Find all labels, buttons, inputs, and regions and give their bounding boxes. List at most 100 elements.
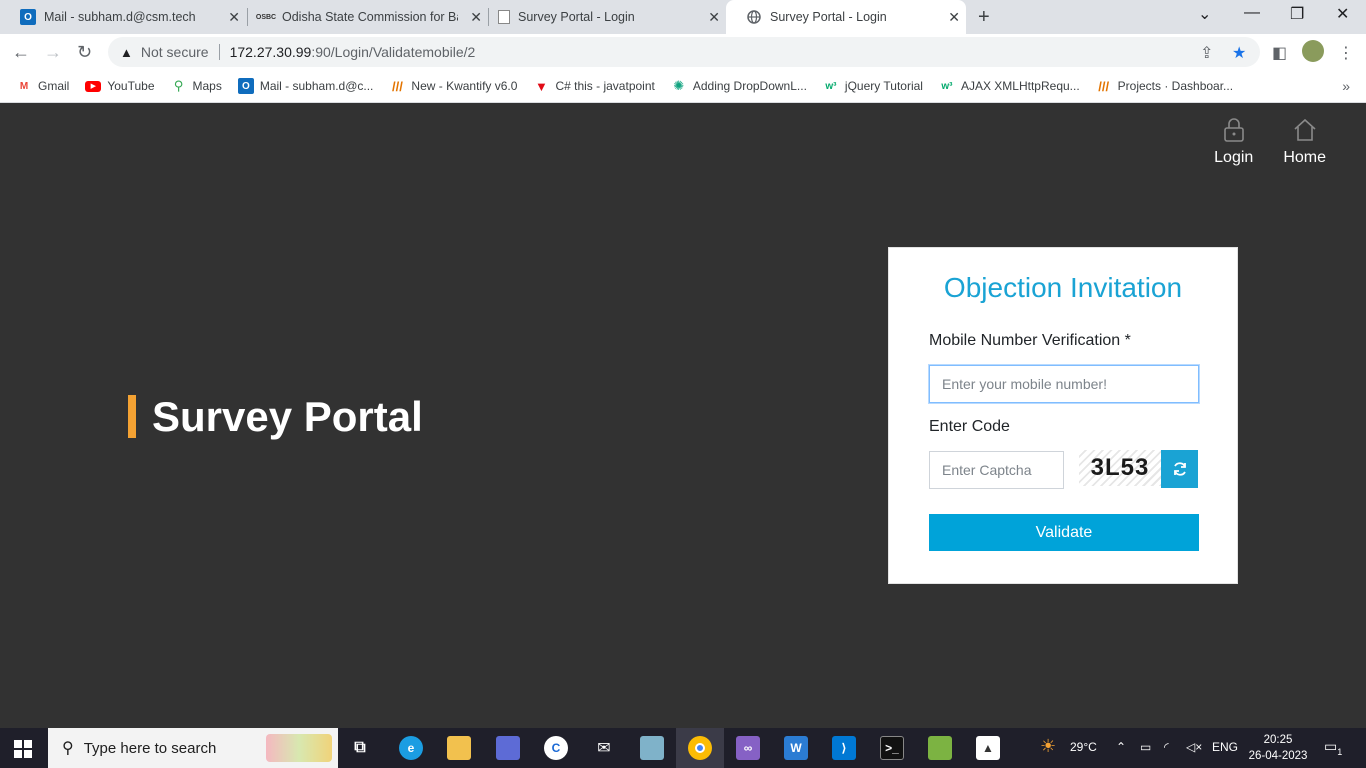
- edge-icon[interactable]: e: [399, 736, 423, 760]
- tab-title: Mail - subham.d@csm.tech: [44, 10, 196, 24]
- refresh-icon: [1173, 462, 1186, 476]
- wifi-icon[interactable]: ◜: [1164, 740, 1169, 754]
- bookmark-label: jQuery Tutorial: [844, 79, 923, 93]
- bookmark-mail[interactable]: O Mail - subham.d@c...: [237, 78, 374, 94]
- back-icon[interactable]: ←: [12, 42, 30, 63]
- bookmark-kwantify[interactable]: /// New - Kwantify v6.0: [389, 78, 517, 94]
- forward-icon[interactable]: →: [44, 42, 62, 63]
- vscode-icon[interactable]: ⟩: [832, 736, 856, 760]
- terminal-icon[interactable]: >_: [880, 736, 904, 760]
- security-label[interactable]: Not secure: [141, 44, 209, 60]
- close-icon[interactable]: ✕: [948, 9, 960, 26]
- chevron-right-icon[interactable]: »: [1342, 78, 1350, 94]
- gmail-icon: M: [19, 80, 29, 92]
- bookmark-label: YouTube: [107, 79, 155, 93]
- page-body: Login Home Survey Portal Objection Invit…: [0, 103, 1366, 728]
- form-title: Objection Invitation: [943, 272, 1183, 303]
- mobile-input[interactable]: [929, 365, 1199, 403]
- nav-home[interactable]: Home: [1283, 117, 1326, 167]
- weather-icon[interactable]: ☀: [1040, 736, 1056, 757]
- snipping-icon[interactable]: [928, 736, 952, 760]
- store-icon[interactable]: [496, 736, 520, 760]
- tab-title: Odisha State Commission for Bac: [282, 10, 458, 24]
- app-icon[interactable]: [640, 736, 664, 760]
- bookmark-jquery[interactable]: w³ jQuery Tutorial: [823, 78, 923, 94]
- reload-icon[interactable]: ↻: [77, 42, 92, 63]
- nav-login[interactable]: Login: [1214, 117, 1253, 167]
- globe-icon: [746, 9, 762, 25]
- bookmark-star-icon[interactable]: ★: [1232, 43, 1246, 63]
- youtube-icon: ▶: [85, 80, 102, 92]
- clock[interactable]: 20:25 26-04-2023: [1248, 732, 1308, 764]
- w3schools-icon: w³: [941, 80, 953, 92]
- photos-icon[interactable]: ▲: [976, 736, 1000, 760]
- validate-button[interactable]: Validate: [929, 514, 1199, 551]
- bookmark-label: Gmail: [38, 79, 70, 93]
- bookmark-gmail[interactable]: M Gmail: [16, 78, 70, 94]
- search-icon: ⚲: [62, 740, 74, 757]
- window-close-icon[interactable]: ✕: [1336, 4, 1349, 24]
- bookmark-youtube[interactable]: ▶ YouTube: [85, 79, 155, 93]
- weather-temp[interactable]: 29°C: [1070, 740, 1097, 754]
- windows-start-icon[interactable]: [14, 740, 32, 763]
- tab-title: Survey Portal - Login: [770, 10, 887, 24]
- grammarly-icon[interactable]: C: [544, 736, 568, 760]
- chevron-up-icon[interactable]: ⌃: [1116, 740, 1126, 754]
- document-icon: [498, 10, 510, 24]
- bookmark-dropdown[interactable]: ✺ Adding DropDownL...: [671, 78, 807, 94]
- address-bar[interactable]: ▲ Not secure 172.27.30.99:90/Login/Valid…: [108, 37, 1260, 67]
- bookmarks-bar: M Gmail ▶ YouTube ⚲ Maps O Mail - subham.d@c…: [0, 70, 1366, 103]
- visual-studio-icon[interactable]: ∞: [736, 736, 760, 760]
- volume-muted-icon[interactable]: ◁×: [1186, 740, 1202, 754]
- tab-search-icon[interactable]: ⌄: [1198, 4, 1211, 24]
- nav-login-label: Login: [1214, 149, 1254, 166]
- clock-time: 20:25: [1263, 734, 1293, 746]
- tab-survey-login-1[interactable]: Survey Portal - Login ✕: [478, 0, 726, 34]
- mail-icon[interactable]: ✉: [592, 736, 616, 760]
- javatpoint-icon: ▼: [535, 78, 548, 94]
- profile-avatar[interactable]: [1302, 40, 1324, 62]
- home-icon: [1294, 118, 1316, 141]
- tab-survey-login-2[interactable]: Survey Portal - Login ✕: [726, 0, 966, 34]
- bookmark-label: C# this - javatpoint: [555, 79, 655, 93]
- bookmark-label: Projects · Dashboar...: [1117, 79, 1234, 93]
- bookmark-label: New - Kwantify v6.0: [411, 79, 518, 93]
- taskbar: ⚲ Type here to search ⧉ e C ✉ ∞ W ⟩ >_ ▲…: [0, 728, 1366, 768]
- chrome-icon[interactable]: [688, 736, 712, 760]
- notification-icon[interactable]: ▭1: [1324, 738, 1342, 757]
- captcha-refresh-button[interactable]: [1161, 450, 1198, 488]
- bookmark-maps[interactable]: ⚲ Maps: [171, 78, 222, 94]
- w3schools-icon: w³: [825, 80, 837, 92]
- bookmark-ajax[interactable]: w³ AJAX XMLHttpRequ...: [939, 78, 1079, 94]
- address-divider: [218, 44, 220, 60]
- url-text[interactable]: 172.27.30.99:90/Login/Validatemobile/2: [230, 44, 476, 60]
- mobile-label: Mobile Number Verification *: [929, 332, 1131, 349]
- outlook-icon: O: [237, 78, 254, 94]
- new-tab-icon[interactable]: +: [978, 6, 990, 29]
- task-view-icon[interactable]: ⧉: [348, 736, 372, 760]
- azure-devops-icon: ///: [1098, 78, 1110, 94]
- close-icon[interactable]: ✕: [708, 9, 720, 26]
- word-icon[interactable]: W: [784, 736, 808, 760]
- bookmark-projects[interactable]: /// Projects · Dashboar...: [1096, 78, 1233, 94]
- minimize-icon[interactable]: —: [1244, 4, 1260, 22]
- tab-strip: O Mail - subham.d@csm.tech ✕ OSBC Odisha…: [0, 0, 1366, 34]
- bookmark-javatpoint[interactable]: ▼ C# this - javatpoint: [533, 78, 655, 94]
- language-indicator[interactable]: ENG: [1212, 740, 1238, 754]
- file-explorer-icon[interactable]: [447, 736, 471, 760]
- bookmark-label: Mail - subham.d@c...: [259, 79, 374, 93]
- tab-title: Survey Portal - Login: [518, 10, 635, 24]
- side-panel-icon[interactable]: ◧: [1272, 43, 1287, 63]
- battery-icon[interactable]: ▭: [1140, 740, 1151, 754]
- restore-icon[interactable]: ❐: [1290, 4, 1304, 24]
- url-path: :90/Login/Validatemobile/2: [311, 44, 476, 60]
- captcha-input[interactable]: [929, 451, 1064, 489]
- bookmark-label: Adding DropDownL...: [692, 79, 807, 93]
- taskbar-search[interactable]: ⚲ Type here to search: [48, 728, 338, 768]
- share-icon[interactable]: ⇪: [1200, 43, 1213, 63]
- menu-icon[interactable]: ⋮: [1338, 43, 1354, 63]
- tab-odisha[interactable]: OSBC Odisha State Commission for Bac ✕: [238, 0, 488, 34]
- tab-mail[interactable]: O Mail - subham.d@csm.tech ✕: [0, 0, 246, 34]
- objection-form-card: Objection Invitation Mobile Number Verif…: [888, 247, 1238, 584]
- warning-icon[interactable]: ▲: [120, 45, 133, 60]
